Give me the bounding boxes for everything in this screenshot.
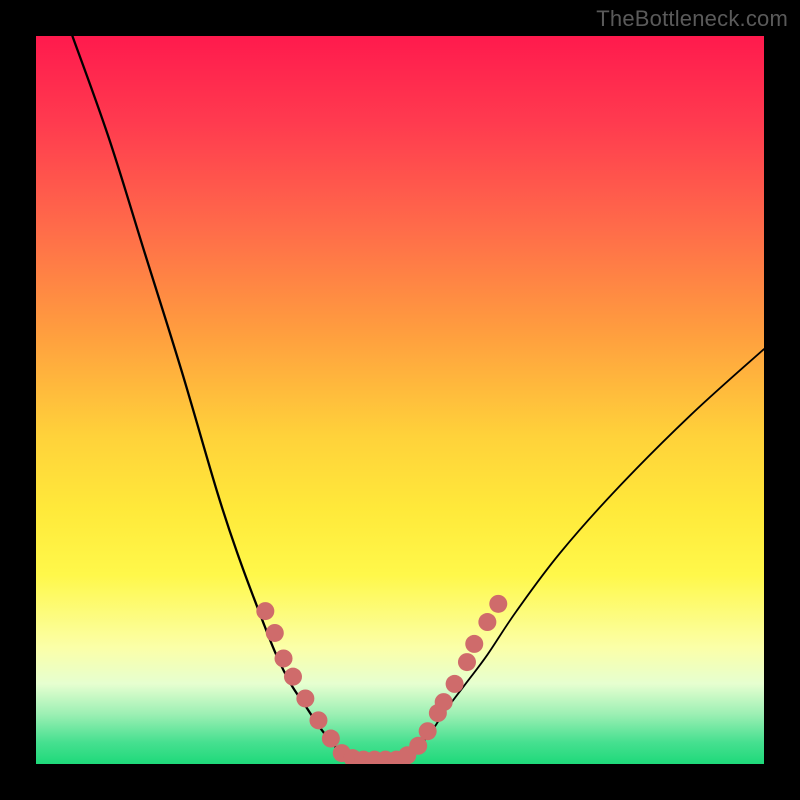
marker-point — [446, 675, 464, 693]
curve-left-path — [72, 36, 349, 760]
marker-point — [266, 624, 284, 642]
marker-point — [419, 722, 437, 740]
marker-point — [489, 595, 507, 613]
marker-point — [309, 711, 327, 729]
chart-svg — [36, 36, 764, 764]
marker-point — [322, 730, 340, 748]
marker-point — [284, 668, 302, 686]
marker-point — [478, 613, 496, 631]
marker-point — [458, 653, 476, 671]
chart-frame: TheBottleneck.com — [0, 0, 800, 800]
curve-left — [72, 36, 349, 760]
marker-point — [435, 693, 453, 711]
curve-right-path — [400, 349, 764, 760]
curve-right — [400, 349, 764, 760]
watermark-text: TheBottleneck.com — [596, 6, 788, 32]
marker-point — [296, 689, 314, 707]
marker-point — [275, 649, 293, 667]
marker-point — [465, 635, 483, 653]
chart-plot-area — [36, 36, 764, 764]
marker-point — [256, 602, 274, 620]
